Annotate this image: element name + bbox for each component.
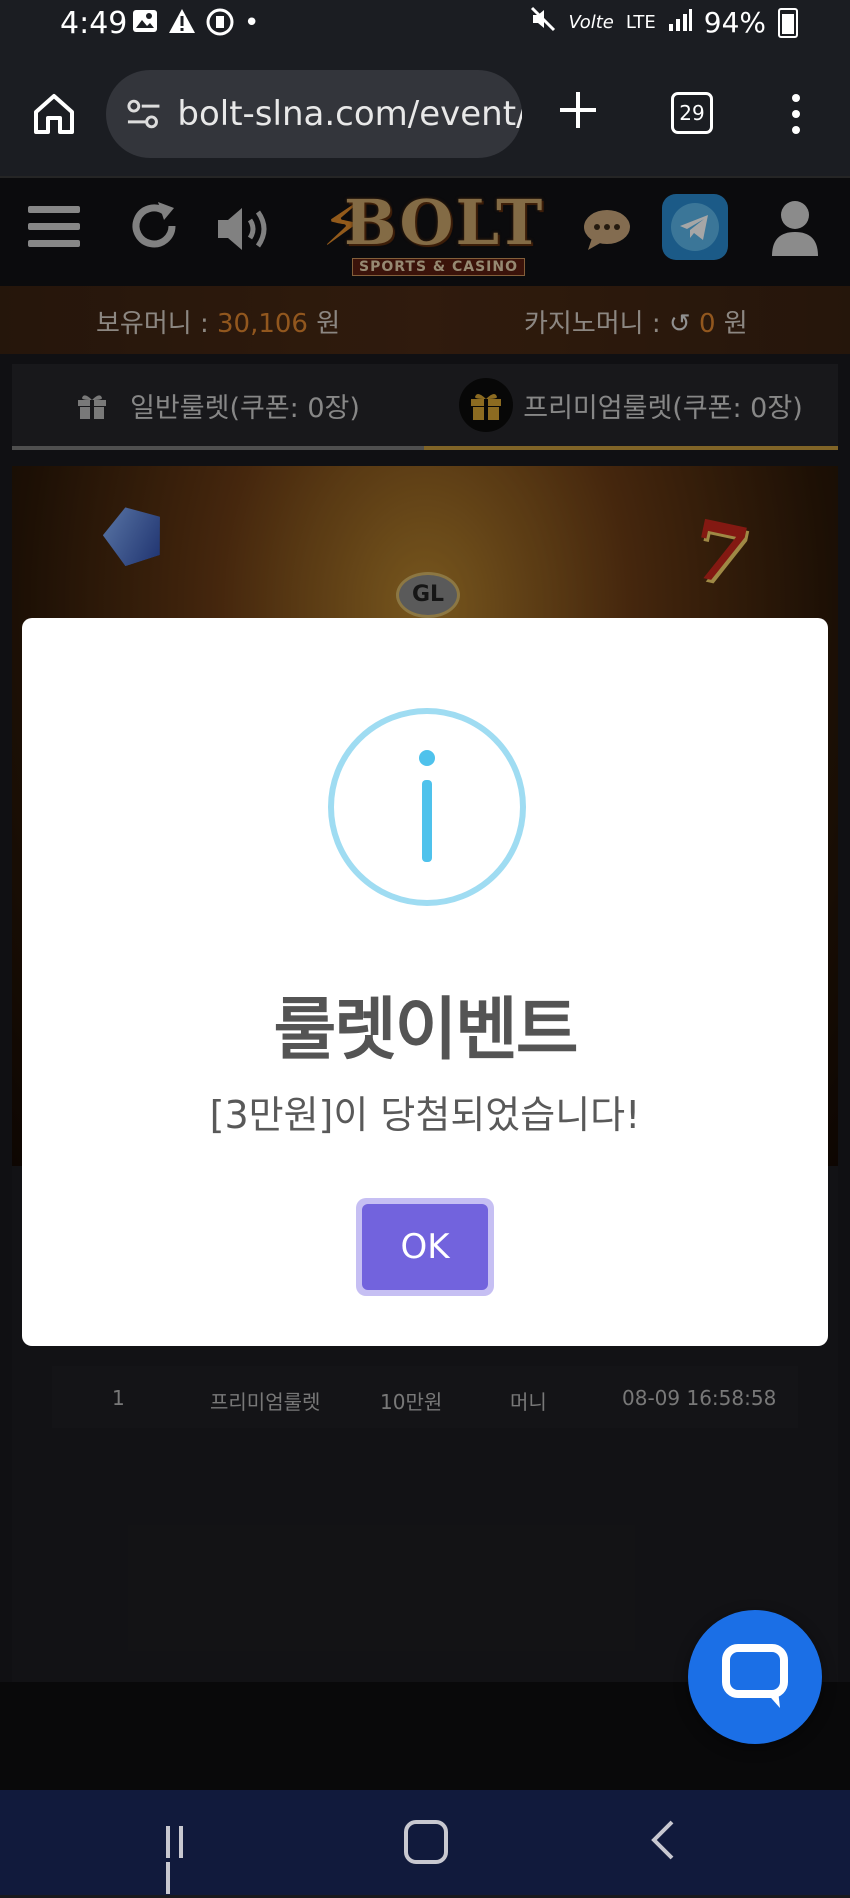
mute-icon bbox=[530, 6, 556, 39]
nav-home-button[interactable] bbox=[404, 1820, 448, 1864]
back-chevron-icon bbox=[651, 1820, 674, 1860]
status-bar: 4:49 • Volte LTE 94% bbox=[0, 0, 850, 52]
dialog-title: 룰렛이벤트 bbox=[273, 991, 579, 1070]
ok-button[interactable]: OK bbox=[362, 1204, 488, 1290]
live-chat-button[interactable] bbox=[688, 1610, 822, 1744]
battery-percent: 94% bbox=[703, 6, 766, 39]
address-bar[interactable]: bolt-slna.com/event/ bbox=[106, 70, 522, 158]
new-tab-button[interactable] bbox=[556, 88, 600, 138]
recent-apps-button[interactable] bbox=[166, 1826, 204, 1894]
dialog-message: [3만원]이 당첨되었습니다! bbox=[209, 1093, 641, 1137]
plus-icon bbox=[560, 92, 596, 128]
status-notification-icons: • bbox=[132, 8, 259, 43]
info-icon bbox=[328, 708, 526, 906]
status-time: 4:49 bbox=[60, 6, 128, 41]
chat-icon bbox=[722, 1644, 788, 1708]
browser-home-button[interactable] bbox=[30, 90, 78, 138]
home-icon bbox=[34, 94, 74, 134]
lte-label: LTE bbox=[625, 12, 656, 33]
gallery-icon bbox=[132, 8, 158, 43]
tab-switcher-button[interactable]: 29 bbox=[671, 92, 713, 134]
system-nav-bar bbox=[0, 1790, 850, 1895]
alert-dialog: 룰렛이벤트 [3만원]이 당첨되었습니다! OK bbox=[22, 618, 828, 1346]
dot-icon: • bbox=[244, 8, 260, 38]
site-settings-icon[interactable] bbox=[124, 94, 163, 134]
url-text[interactable]: bolt-slna.com/event/ bbox=[177, 94, 522, 134]
warning-icon bbox=[168, 8, 196, 43]
browser-menu-button[interactable] bbox=[790, 90, 802, 138]
sim-icon bbox=[206, 8, 234, 43]
browser-toolbar: bolt-slna.com/event/ 29 bbox=[0, 52, 850, 178]
signal-icon bbox=[668, 6, 692, 39]
battery-icon bbox=[778, 7, 798, 38]
volte-icon: Volte bbox=[568, 12, 614, 33]
nav-back-button[interactable] bbox=[648, 1818, 678, 1862]
status-system-icons: Volte LTE 94% bbox=[530, 6, 798, 39]
